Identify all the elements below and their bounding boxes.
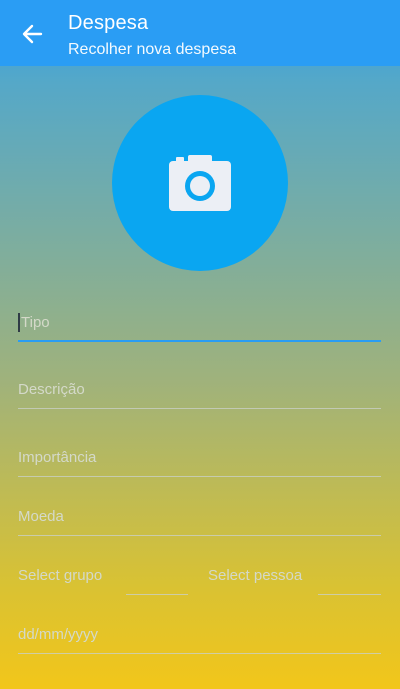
descricao-underline xyxy=(18,408,381,409)
grupo-placeholder: Select grupo xyxy=(18,567,103,584)
importancia-underline xyxy=(18,476,381,477)
arrow-left-icon xyxy=(22,24,43,44)
date-underline xyxy=(18,653,381,654)
tipo-field[interactable]: Tipo xyxy=(18,296,381,342)
grupo-select[interactable]: Select grupo xyxy=(18,549,188,595)
moeda-underline xyxy=(18,535,381,536)
app-bar: Despesa Recolher nova despesa xyxy=(0,0,400,66)
date-placeholder: dd/mm/yyyy xyxy=(18,626,99,643)
add-photo-button[interactable] xyxy=(112,95,288,271)
importancia-field[interactable]: Importância xyxy=(18,431,381,477)
tipo-underline xyxy=(18,340,381,342)
moeda-field[interactable]: Moeda xyxy=(18,490,381,536)
tipo-placeholder: Tipo xyxy=(21,314,50,331)
moeda-placeholder: Moeda xyxy=(18,508,64,525)
date-field[interactable]: dd/mm/yyyy xyxy=(18,608,381,654)
pessoa-underline xyxy=(318,594,381,595)
descricao-field[interactable]: Descrição xyxy=(18,363,381,409)
page-title: Despesa xyxy=(68,12,149,34)
back-button[interactable] xyxy=(18,20,46,48)
importancia-placeholder: Importância xyxy=(18,449,97,466)
grupo-underline xyxy=(126,594,188,595)
camera-icon xyxy=(169,155,231,211)
text-cursor xyxy=(18,313,20,332)
pessoa-select[interactable]: Select pessoa xyxy=(208,549,381,595)
page-subtitle: Recolher nova despesa xyxy=(68,41,237,58)
descricao-placeholder: Descrição xyxy=(18,381,85,398)
pessoa-placeholder: Select pessoa xyxy=(208,567,303,584)
